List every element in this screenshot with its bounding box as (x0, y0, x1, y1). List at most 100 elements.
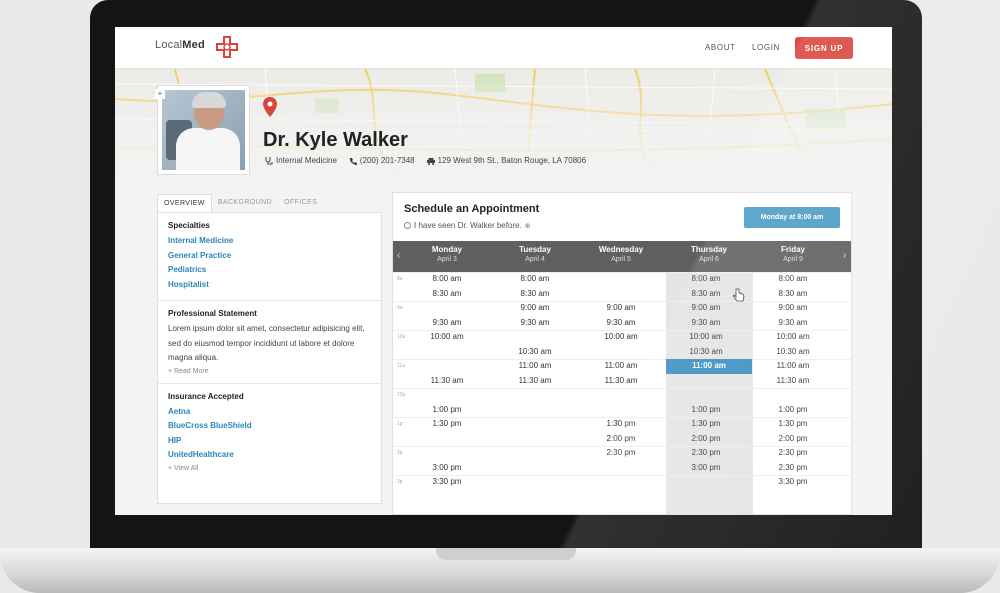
time-slot[interactable]: 10:00 am (581, 330, 661, 345)
profile-tabs: OVERVIEW BACKGROUND OFFICES (157, 194, 323, 212)
hour-divider (393, 388, 851, 389)
time-slot[interactable]: 11:30 am (495, 374, 575, 389)
time-slot[interactable]: 10:30 am (495, 345, 575, 360)
time-slot[interactable]: 8:00 am (495, 272, 575, 287)
insurance-title: Insurance Accepted (168, 391, 244, 401)
time-slot[interactable]: 2:00 pm (753, 432, 833, 447)
time-slot[interactable]: 9:30 am (581, 316, 661, 331)
selected-time-slot[interactable]: 11:00 am (666, 359, 752, 374)
time-slot[interactable]: 1:00 pm (407, 403, 487, 418)
read-more-link[interactable]: + Read More (168, 368, 371, 375)
time-slot[interactable]: 3:00 pm (666, 461, 746, 476)
time-slot[interactable]: 1:00 pm (753, 403, 833, 418)
time-slot[interactable]: 1:30 pm (666, 417, 746, 432)
time-slot[interactable]: 11:00 am (581, 359, 661, 374)
day-name: Tuesday (519, 245, 551, 254)
insurance-link[interactable]: UnitedHealthcare (168, 448, 371, 463)
medical-cross-icon (216, 36, 238, 58)
day-column-header[interactable]: Tuesday April 4 (495, 245, 575, 263)
insurance-link[interactable]: Aetna (168, 405, 371, 420)
time-slot[interactable]: 8:30 am (495, 287, 575, 302)
time-slot[interactable]: 11:30 am (753, 374, 833, 389)
time-slot[interactable]: 11:30 am (407, 374, 487, 389)
selected-time-button[interactable]: Monday at 8:00 am (744, 207, 840, 228)
insurance-link[interactable]: BlueCross BlueShield (168, 419, 371, 434)
tab-background[interactable]: BACKGROUND (212, 194, 278, 212)
time-slot[interactable]: 2:30 pm (666, 446, 746, 461)
time-slot[interactable]: 10:30 am (753, 345, 833, 360)
time-slot[interactable]: 10:30 am (666, 345, 746, 360)
specialty-link[interactable]: Internal Medicine (168, 234, 371, 249)
time-slot[interactable]: 8:30 am (753, 287, 833, 302)
specialty-link[interactable]: Hospitalist (168, 278, 371, 293)
time-slot[interactable]: 1:30 pm (581, 417, 661, 432)
screen: LocalMed ABOUT LOGIN SIGN UP + Dr. Kyle … (115, 27, 892, 515)
nav-login-link[interactable]: LOGIN (752, 43, 780, 52)
day-column-header[interactable]: Wednesday April 5 (581, 245, 661, 263)
hour-label: 9a (397, 305, 403, 311)
time-slot[interactable]: 2:00 pm (666, 432, 746, 447)
time-slot[interactable]: 9:30 am (666, 316, 746, 331)
time-grid: 8a 9a 10a 11a 12p 1p 2p 3p 8:00 am 8:00 am 8:00 am… (393, 272, 851, 514)
day-column-header[interactable]: Thursday April 6 (669, 245, 749, 263)
schedule-title: Schedule an Appointment (404, 203, 540, 215)
time-slot[interactable]: 11:00 am (495, 359, 575, 374)
time-slot[interactable]: 2:30 pm (753, 461, 833, 476)
radio-icon[interactable] (404, 222, 411, 229)
day-name: Friday (780, 245, 805, 254)
insurance-section: Insurance Accepted Aetna BlueCross BlueS… (158, 384, 381, 480)
time-slot[interactable]: 1:30 pm (407, 417, 487, 432)
time-slot[interactable]: 8:00 am (753, 272, 833, 287)
hour-label: 8a (397, 276, 403, 282)
time-slot[interactable]: 11:30 am (581, 374, 661, 389)
time-slot[interactable]: 3:30 pm (407, 475, 487, 490)
insurance-link[interactable]: HIP (168, 434, 371, 449)
photo-expand-icon[interactable]: + (155, 89, 165, 99)
time-slot[interactable]: 9:00 am (495, 301, 575, 316)
time-slot[interactable]: 3:30 pm (753, 475, 833, 490)
time-slot[interactable]: 10:00 am (407, 330, 487, 345)
day-date: April 9 (783, 256, 803, 263)
info-icon[interactable]: ⊕ (525, 222, 531, 230)
time-slot[interactable]: 11:00 am (753, 359, 833, 374)
view-all-link[interactable]: + View All (168, 465, 371, 472)
doctor-meta: Internal Medicine (200) 201-7348 129 Wes… (265, 156, 586, 165)
day-header: ‹ › Monday April 3 Tuesday April 4 Wednesday… (393, 241, 851, 272)
nav-about-link[interactable]: ABOUT (705, 43, 736, 52)
time-slot[interactable]: 9:30 am (495, 316, 575, 331)
time-slot[interactable]: 8:30 am (407, 287, 487, 302)
address-meta[interactable]: 129 West 9th St., Baton Rouge, LA 70806 (426, 156, 586, 165)
day-column-header[interactable]: Friday April 9 (753, 245, 833, 263)
time-slot[interactable]: 10:00 am (666, 330, 746, 345)
time-slot[interactable]: 9:00 am (581, 301, 661, 316)
phone-meta[interactable]: (200) 201-7348 (349, 156, 415, 165)
signup-button[interactable]: SIGN UP (795, 37, 853, 59)
logo-text[interactable]: LocalMed (155, 39, 205, 51)
time-slot[interactable]: 8:00 am (407, 272, 487, 287)
day-column-header[interactable]: Monday April 3 (407, 245, 487, 263)
next-week-arrow-icon[interactable]: › (843, 250, 846, 261)
day-date: April 4 (525, 256, 545, 263)
time-slot[interactable]: 9:30 am (407, 316, 487, 331)
time-slot[interactable]: 2:00 pm (581, 432, 661, 447)
specialty-link[interactable]: General Practice (168, 249, 371, 264)
time-slot[interactable]: 2:30 pm (753, 446, 833, 461)
time-slot[interactable]: 10:00 am (753, 330, 833, 345)
time-slot[interactable]: 2:30 pm (581, 446, 661, 461)
time-slot[interactable]: 9:30 am (753, 316, 833, 331)
time-slot[interactable]: 3:00 pm (407, 461, 487, 476)
day-date: April 6 (699, 256, 719, 263)
time-slot[interactable]: 9:00 am (753, 301, 833, 316)
time-slot[interactable]: 1:30 pm (753, 417, 833, 432)
prev-week-arrow-icon[interactable]: ‹ (397, 250, 400, 261)
time-slot[interactable]: 9:00 am (666, 301, 746, 316)
car-icon (426, 157, 435, 165)
specialty-text: Internal Medicine (276, 156, 337, 165)
time-slot[interactable]: 8:00 am (666, 272, 746, 287)
tab-overview[interactable]: OVERVIEW (157, 194, 212, 212)
seen-before-option[interactable]: I have seen Dr. Walker before. ⊕ (404, 221, 531, 230)
overview-panel: Specialties Internal Medicine General Pr… (157, 212, 382, 504)
tab-offices[interactable]: OFFICES (278, 194, 323, 212)
specialty-link[interactable]: Pediatrics (168, 263, 371, 278)
time-slot[interactable]: 1:00 pm (666, 403, 746, 418)
